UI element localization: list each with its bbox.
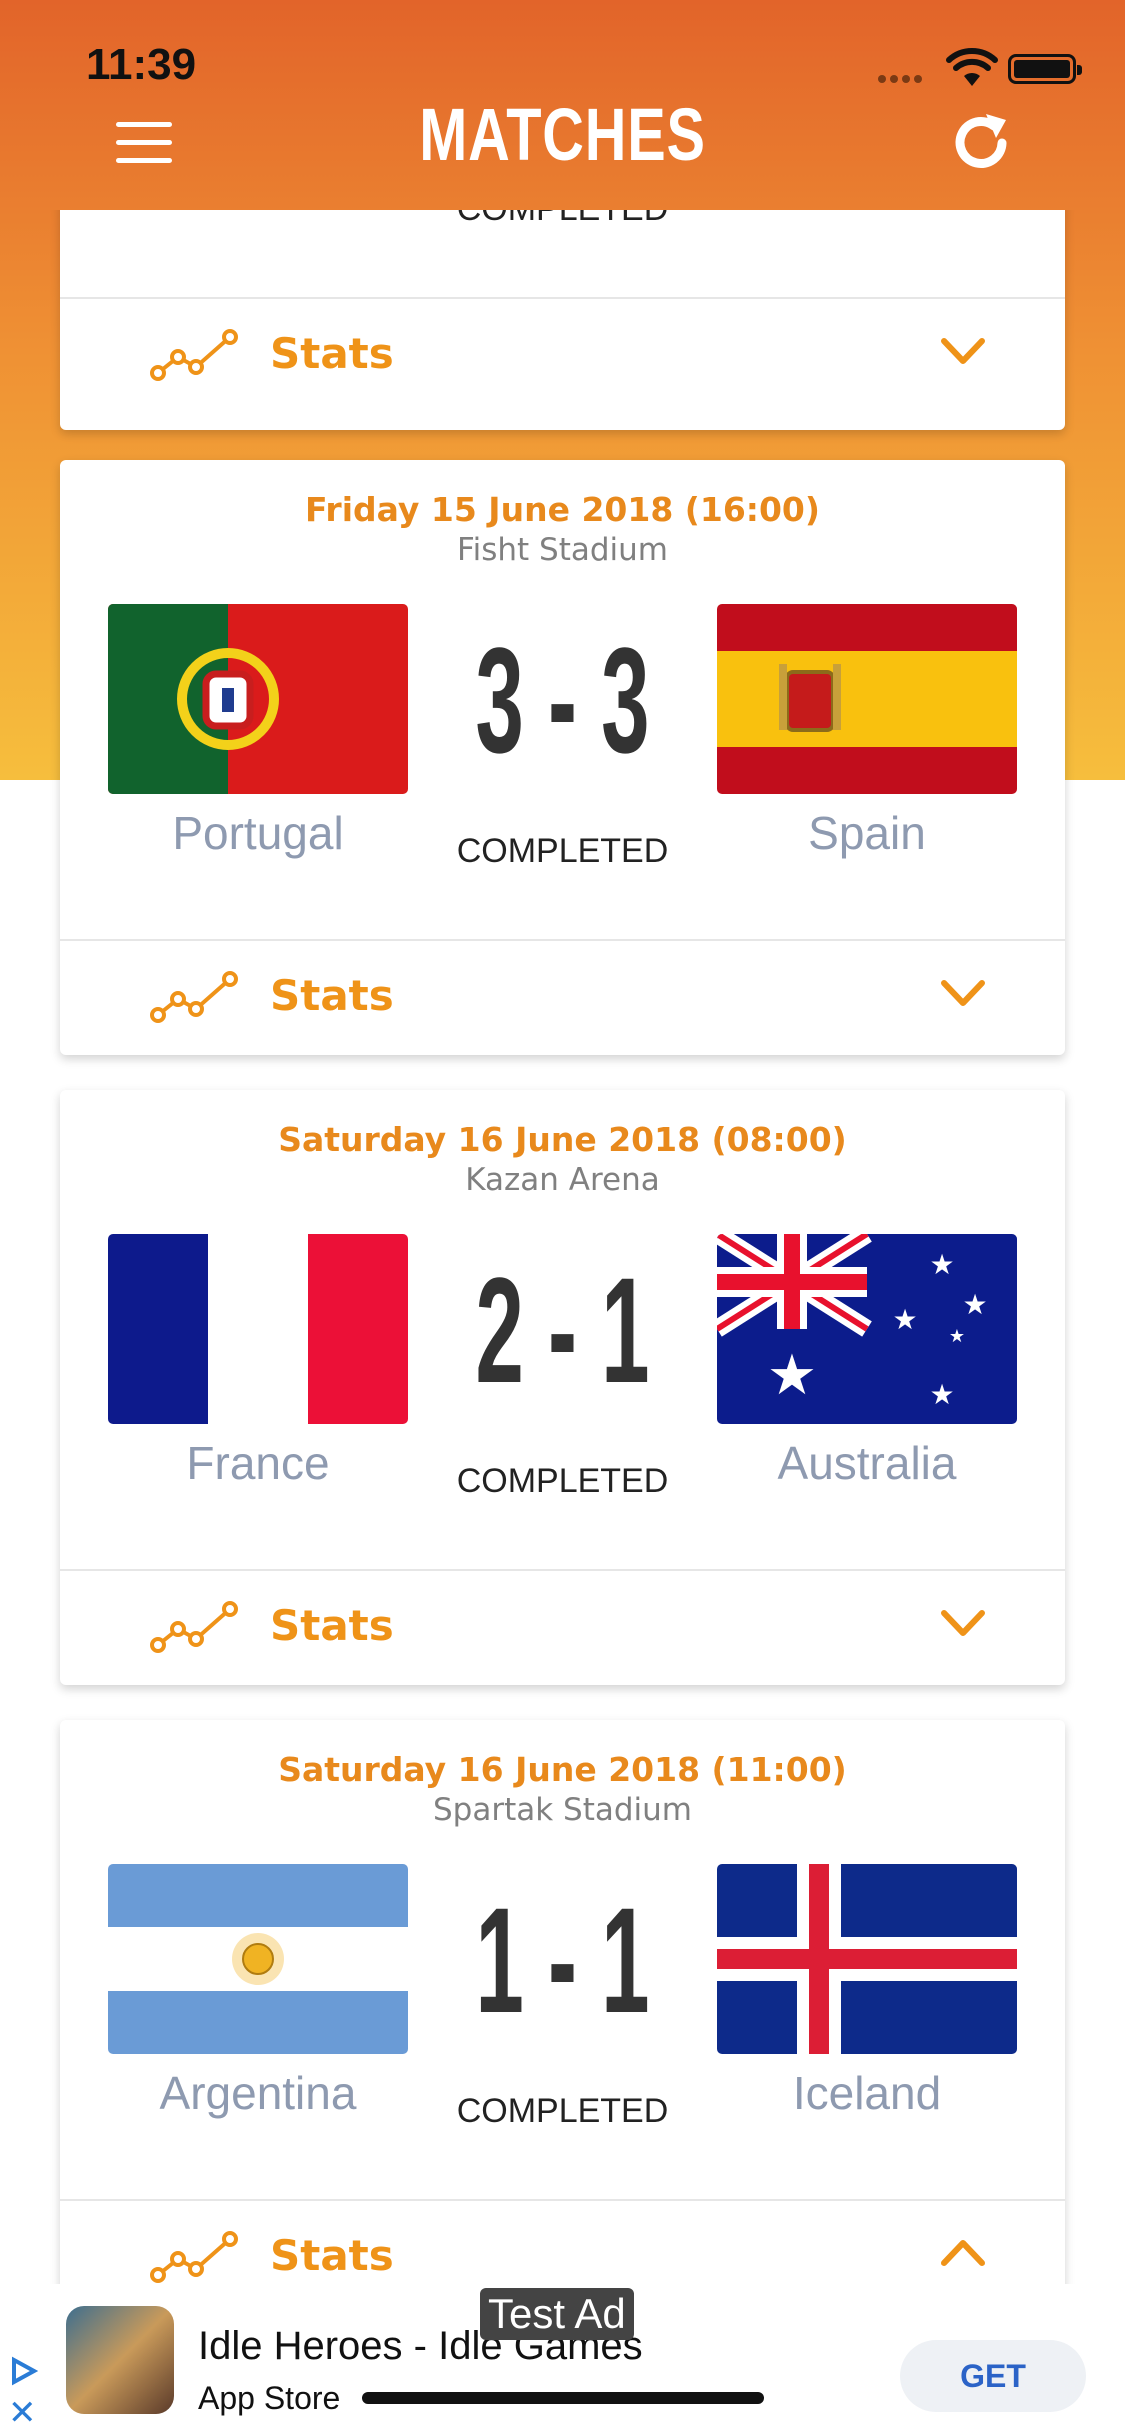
match-score: 2 - 1 bbox=[475, 1246, 650, 1414]
match-card: Saturday 16 June 2018 (11:00) Spartak St… bbox=[60, 1720, 1065, 2284]
iceland-flag-icon bbox=[717, 1864, 1017, 2054]
stats-chart-icon bbox=[150, 2231, 238, 2283]
page-title: MATCHES bbox=[419, 93, 706, 176]
svg-text:★: ★ bbox=[892, 1303, 917, 1336]
match-list[interactable]: Morocco Iran COMPLETED Stats Friday 15 J… bbox=[0, 210, 1125, 2284]
argentina-flag-icon bbox=[108, 1864, 408, 2054]
svg-text:★: ★ bbox=[929, 1248, 954, 1281]
match-venue: Fisht Stadium bbox=[457, 532, 668, 568]
spain-flag-icon bbox=[717, 604, 1017, 794]
chevron-down-icon[interactable] bbox=[940, 335, 986, 367]
stats-label: Stats bbox=[270, 971, 394, 1020]
get-button[interactable]: GET bbox=[900, 2340, 1086, 2412]
ad-app-image bbox=[66, 2306, 174, 2414]
chevron-down-icon[interactable] bbox=[940, 977, 986, 1009]
stats-chart-icon bbox=[150, 329, 238, 381]
stats-label: Stats bbox=[270, 1601, 394, 1650]
stats-label: Stats bbox=[270, 2231, 394, 2280]
ad-choices-icon[interactable] bbox=[8, 2356, 38, 2386]
match-venue: Kazan Arena bbox=[465, 1162, 660, 1198]
stats-chart-icon bbox=[150, 971, 238, 1023]
match-venue: Spartak Stadium bbox=[432, 1792, 693, 1828]
match-score: 3 - 3 bbox=[475, 616, 650, 784]
stats-chart-icon bbox=[150, 1601, 238, 1653]
australia-flag-icon: ★ ★ ★ ★ ★ ★ bbox=[717, 1234, 1017, 1424]
match-card: Saturday 16 June 2018 (08:00) Kazan Aren… bbox=[60, 1090, 1065, 1685]
match-date: Saturday 16 June 2018 (11:00) bbox=[278, 1750, 847, 1789]
match-status: COMPLETED bbox=[456, 832, 669, 870]
match-date: Saturday 16 June 2018 (08:00) bbox=[278, 1120, 847, 1159]
match-date: Friday 15 June 2018 (16:00) bbox=[305, 490, 820, 529]
status-time: 11:39 bbox=[86, 40, 197, 89]
chevron-down-icon[interactable] bbox=[940, 1607, 986, 1639]
match-score: 1 - 1 bbox=[475, 1876, 650, 2044]
stats-toggle[interactable]: Stats bbox=[60, 939, 1065, 1057]
svg-text:★: ★ bbox=[929, 1378, 954, 1411]
refresh-button[interactable] bbox=[948, 110, 1014, 176]
home-indicator[interactable] bbox=[362, 2392, 764, 2404]
ad-store-label: App Store bbox=[198, 2380, 341, 2416]
chevron-up-icon[interactable] bbox=[940, 2237, 986, 2269]
svg-text:★: ★ bbox=[962, 1288, 987, 1321]
stats-toggle[interactable]: Stats bbox=[60, 297, 1065, 415]
wifi-icon bbox=[946, 48, 998, 86]
test-ad-badge: Test Ad bbox=[480, 2288, 634, 2340]
battery-icon bbox=[1008, 54, 1082, 84]
stats-label: Stats bbox=[270, 329, 394, 378]
match-status: COMPLETED bbox=[456, 1462, 669, 1500]
match-status: COMPLETED bbox=[456, 2092, 669, 2130]
france-flag-icon bbox=[108, 1234, 408, 1424]
ad-close-icon[interactable]: ✕ bbox=[8, 2396, 37, 2430]
cellular-signal-icon bbox=[878, 68, 926, 87]
portugal-flag-icon bbox=[108, 604, 408, 794]
stats-toggle[interactable]: Stats bbox=[60, 1569, 1065, 1687]
svg-text:★: ★ bbox=[949, 1326, 965, 1347]
match-status: COMPLETED bbox=[60, 210, 1065, 229]
match-card: Morocco Iran COMPLETED Stats bbox=[60, 210, 1065, 430]
match-card: Friday 15 June 2018 (16:00) Fisht Stadiu… bbox=[60, 460, 1065, 1055]
svg-text:★: ★ bbox=[767, 1343, 817, 1408]
stats-toggle[interactable]: Stats bbox=[60, 2199, 1065, 2284]
ad-banner[interactable]: ✕ Idle Heroes - Idle Games App Store Tes… bbox=[0, 2284, 1125, 2436]
